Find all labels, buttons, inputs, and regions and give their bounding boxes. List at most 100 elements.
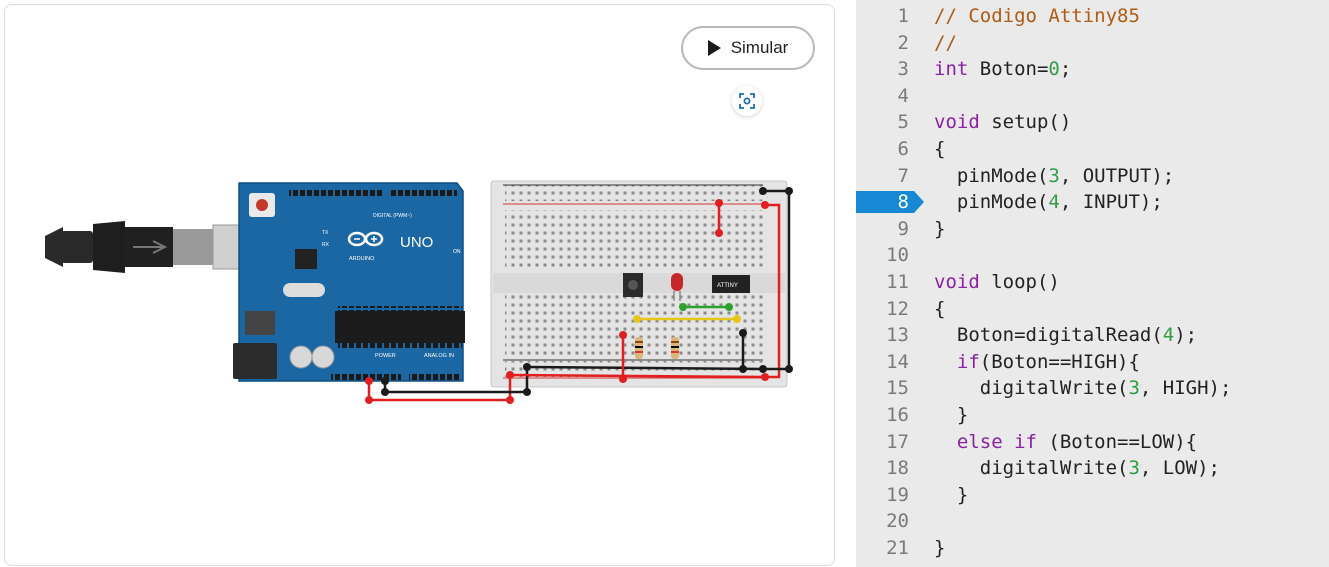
- code-token: if: [956, 350, 980, 373]
- code-token: 4: [1048, 191, 1060, 214]
- code-token: );: [1174, 324, 1198, 347]
- code-text[interactable]: void loop(): [934, 269, 1060, 296]
- arduino-uno-board[interactable]: DIGITAL (PWM~) TX RX ON UNO ARDUINO POWE…: [233, 182, 465, 382]
- code-token: else if: [956, 430, 1037, 453]
- rx-label: RX: [322, 242, 330, 248]
- on-label: ON: [453, 249, 461, 255]
- code-line[interactable]: 4: [856, 83, 1329, 110]
- code-token: 0: [1048, 58, 1060, 81]
- line-number: 12: [886, 297, 909, 320]
- code-text[interactable]: }: [934, 482, 968, 509]
- line-number: 1: [897, 5, 909, 27]
- line-number: 17: [886, 430, 909, 453]
- code-text[interactable]: digitalWrite(3, HIGH);: [934, 375, 1232, 402]
- code-line[interactable]: 6{: [856, 136, 1329, 163]
- brand-label: ARDUINO: [349, 256, 375, 262]
- code-token: digitalWrite(: [934, 377, 1129, 400]
- attiny-chip[interactable]: ATTINY: [712, 275, 750, 293]
- resistor-1[interactable]: [635, 337, 643, 359]
- code-line[interactable]: 18 digitalWrite(3, LOW);: [856, 455, 1329, 482]
- line-number: 21: [886, 537, 909, 559]
- code-text[interactable]: }: [934, 535, 945, 562]
- resistor-2[interactable]: [671, 337, 679, 359]
- fit-view-button[interactable]: [732, 86, 762, 116]
- code-line[interactable]: 15 digitalWrite(3, HIGH);: [856, 375, 1329, 402]
- code-line[interactable]: 16 }: [856, 402, 1329, 429]
- line-number: 4: [897, 84, 909, 107]
- code-token: //: [934, 31, 957, 54]
- code-line[interactable]: 17 else if (Boton==LOW){: [856, 429, 1329, 456]
- code-line[interactable]: 9}: [856, 216, 1329, 243]
- code-line[interactable]: 10: [856, 242, 1329, 269]
- code-token: (Boton==LOW){: [1036, 430, 1198, 453]
- line-number: 16: [886, 404, 909, 426]
- code-line[interactable]: 2 //: [856, 30, 1329, 57]
- code-text[interactable]: {: [934, 296, 945, 323]
- code-text[interactable]: pinMode(3, OUTPUT);: [934, 163, 1174, 190]
- code-token: setup(): [979, 111, 1072, 134]
- line-number: 6: [897, 138, 909, 160]
- line-number: 2: [897, 31, 909, 54]
- code-text[interactable]: {: [934, 136, 945, 163]
- code-line[interactable]: 12 {: [856, 296, 1329, 323]
- code-token: 4: [1162, 324, 1175, 347]
- line-number: 9: [897, 217, 909, 240]
- code-token: // Codigo Attiny85: [934, 5, 1140, 27]
- line-number: 8: [897, 191, 909, 214]
- code-text[interactable]: }: [934, 216, 945, 243]
- code-token: digitalWrite(: [934, 457, 1129, 480]
- code-token: , INPUT);: [1059, 191, 1163, 214]
- code-text[interactable]: if(Boton==HIGH){: [934, 349, 1140, 376]
- code-token: 3: [1128, 457, 1140, 480]
- code-text[interactable]: Boton=digitalRead(4);: [934, 322, 1197, 349]
- line-number: 10: [886, 244, 909, 267]
- code-line[interactable]: 11 void loop(): [856, 269, 1329, 296]
- code-token: int: [934, 58, 969, 81]
- code-editor[interactable]: 1 // Codigo Attiny85 2 // 3 int Boton=0; 4 5 voi…: [856, 0, 1329, 567]
- code-line[interactable]: 14 if(Boton==HIGH){: [856, 349, 1329, 376]
- line-number: 20: [886, 510, 909, 533]
- code-line[interactable]: 8 pinMode(4, INPUT);: [856, 189, 1329, 216]
- code-token: void: [934, 271, 980, 293]
- code-line[interactable]: 3 int Boton=0;: [856, 56, 1329, 83]
- code-line[interactable]: 1 // Codigo Attiny85: [856, 3, 1329, 30]
- code-token: ;: [1059, 58, 1072, 81]
- code-text[interactable]: pinMode(4, INPUT);: [934, 189, 1163, 216]
- circuit-diagram[interactable]: DIGITAL (PWM~) TX RX ON UNO ARDUINO POWE…: [5, 5, 835, 566]
- digital-label: DIGITAL (PWM~): [373, 213, 412, 219]
- code-text[interactable]: else if (Boton==LOW){: [934, 429, 1197, 456]
- circuit-canvas[interactable]: DIGITAL (PWM~) TX RX ON UNO ARDUINO POWE…: [4, 4, 835, 566]
- line-number: 3: [897, 58, 909, 81]
- push-button[interactable]: [623, 273, 643, 297]
- code-text[interactable]: //: [934, 30, 957, 57]
- code-line[interactable]: 19 }: [856, 482, 1329, 509]
- code-line[interactable]: 7 pinMode(3, OUTPUT);: [856, 163, 1329, 190]
- code-text[interactable]: }: [934, 402, 968, 429]
- simulate-button[interactable]: Simular: [681, 26, 815, 70]
- code-text[interactable]: int Boton=0;: [934, 56, 1071, 83]
- code-line[interactable]: 5 void setup(): [856, 109, 1329, 136]
- code-text[interactable]: digitalWrite(3, LOW);: [934, 455, 1220, 482]
- code-line[interactable]: 21}: [856, 535, 1329, 562]
- code-token: , LOW);: [1139, 457, 1220, 480]
- code-token: void: [934, 111, 980, 134]
- line-number: 14: [886, 350, 909, 373]
- code-line[interactable]: 13 Boton=digitalRead(4);: [856, 322, 1329, 349]
- code-line[interactable]: 20: [856, 508, 1329, 535]
- code-text[interactable]: void setup(): [934, 109, 1071, 136]
- line-number: 11: [886, 271, 909, 293]
- power-label: POWER: [375, 353, 396, 359]
- line-number: 13: [886, 324, 909, 347]
- code-text[interactable]: // Codigo Attiny85: [934, 3, 1140, 30]
- code-token: 3: [1048, 164, 1060, 187]
- analog-label: ANALOG IN: [424, 353, 454, 359]
- code-token: }: [934, 537, 946, 559]
- tx-label: TX: [322, 230, 329, 236]
- chip-label: ATTINY: [717, 283, 738, 289]
- code-token: pinMode(: [934, 191, 1049, 214]
- code-token: {: [934, 297, 946, 320]
- line-number: 7: [897, 164, 909, 187]
- fit-view-icon: [739, 93, 755, 109]
